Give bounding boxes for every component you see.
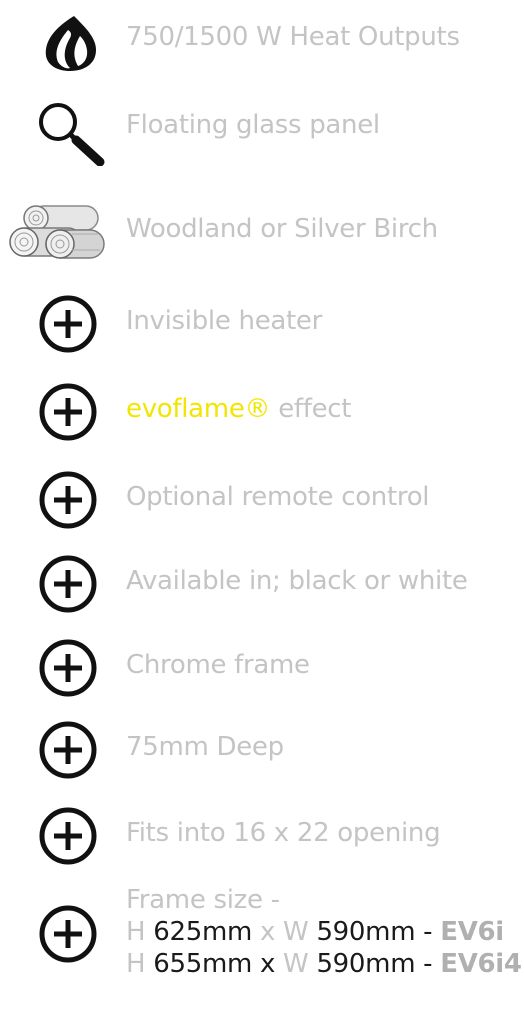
feature-frame-size: Frame size - H 625mm x W 590mm - EV6i H …	[0, 880, 524, 1016]
width-label: W	[283, 949, 309, 979]
separator: -	[415, 917, 441, 947]
feature-label-rest: effect	[270, 394, 352, 424]
feature-label: Woodland or Silver Birch	[126, 214, 438, 244]
feature-glass-panel: Floating glass panel	[0, 90, 524, 170]
width-value: 590mm	[316, 949, 416, 979]
feature-heat-outputs: 750/1500 W Heat Outputs	[0, 0, 524, 80]
model-name: EV6i	[440, 917, 504, 947]
height-label: H	[126, 949, 146, 979]
feature-label: Invisible heater	[126, 306, 323, 336]
plus-circle-icon	[36, 552, 100, 620]
plus-circle-icon	[36, 380, 100, 448]
plus-circle-icon	[36, 468, 100, 536]
width-value: 590mm	[316, 917, 416, 947]
plus-circle-icon	[36, 718, 100, 786]
plus-circle-icon	[36, 804, 100, 872]
evoflame-brand: evoflame®	[126, 394, 271, 424]
separator: -	[415, 949, 441, 979]
width-label: W	[283, 917, 309, 947]
plus-circle-icon	[36, 636, 100, 704]
magnifier-icon	[36, 100, 106, 170]
feature-opening: Fits into 16 x 22 opening	[0, 796, 524, 876]
height-value: 625mm	[153, 917, 253, 947]
feature-depth: 75mm Deep	[0, 710, 524, 790]
feature-remote-control: Optional remote control	[0, 460, 524, 540]
frame-spec-line: H 625mm x W 590mm - EV6i	[126, 916, 522, 948]
frame-spec-line: H 655mm x W 590mm - EV6i4	[126, 948, 522, 980]
feature-label: evoflame® effect	[126, 394, 351, 424]
feature-chrome-frame: Chrome frame	[0, 628, 524, 708]
feature-label: Available in; black or white	[126, 566, 468, 596]
feature-label: 75mm Deep	[126, 732, 284, 762]
feature-label: Floating glass panel	[126, 110, 380, 140]
times-symbol: x	[259, 949, 276, 979]
feature-label: Chrome frame	[126, 650, 310, 680]
model-name: EV6i4	[440, 949, 522, 979]
height-value: 655mm	[153, 949, 253, 979]
feature-evoflame-effect: evoflame® effect	[0, 372, 524, 452]
times-symbol: x	[259, 917, 276, 947]
height-label: H	[126, 917, 146, 947]
feature-colours: Available in; black or white	[0, 544, 524, 624]
feature-log-options: Woodland or Silver Birch	[0, 190, 524, 280]
frame-size-heading: Frame size -	[126, 885, 280, 915]
plus-circle-icon	[36, 902, 100, 970]
feature-label: 750/1500 W Heat Outputs	[126, 22, 460, 52]
logs-icon	[2, 198, 106, 272]
plus-circle-icon	[36, 292, 100, 360]
feature-invisible-heater: Invisible heater	[0, 284, 524, 364]
feature-label: Fits into 16 x 22 opening	[126, 818, 441, 848]
frame-size-text: Frame size - H 625mm x W 590mm - EV6i H …	[126, 884, 522, 980]
feature-label: Optional remote control	[126, 482, 430, 512]
flame-icon	[40, 14, 100, 76]
